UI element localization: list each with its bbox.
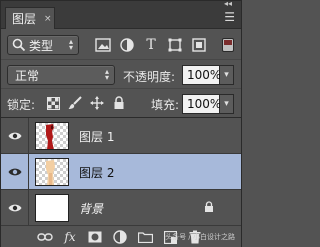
fx-icon[interactable]: fx: [62, 229, 78, 245]
layers-panel: ◂◂ 图层 × ☰ 类型 ▴ ▾ T 正常 ▴ ▾ 不透明度: 100% ▾ 锁…: [0, 0, 242, 247]
type-filter-icon[interactable]: T: [141, 36, 161, 54]
eye-icon: [8, 204, 21, 211]
panel-bottom-bar: fx 头条号 / 小白设计之路: [1, 225, 241, 247]
layer-name: 图层 2: [79, 166, 115, 180]
watermark: 头条号 / 小白设计之路: [165, 232, 235, 242]
visibility-toggle[interactable]: [1, 154, 29, 189]
mask-icon[interactable]: [87, 229, 103, 245]
adjustment-filter-icon[interactable]: [117, 36, 137, 54]
lock-label: 锁定:: [7, 98, 36, 112]
lock-transparent-pixels-icon[interactable]: [45, 95, 61, 111]
layers-list: 图层 1 图层 2 背景: [1, 117, 241, 226]
lock-icons: [45, 95, 127, 111]
type-glyph: T: [146, 37, 156, 53]
filter-row: 类型 ▴ ▾ T: [1, 31, 241, 59]
fill-label: 填充:: [151, 98, 180, 112]
panel-menu-icon[interactable]: ☰: [224, 11, 235, 23]
lock-icon: [203, 200, 215, 214]
image-filter-icon[interactable]: [93, 36, 113, 54]
layer-name: 图层 1: [79, 130, 115, 144]
layer-row[interactable]: 图层 1: [1, 118, 241, 154]
brush-icon[interactable]: [67, 95, 83, 111]
layer-row[interactable]: 背景: [1, 190, 241, 226]
smart-object-filter-icon[interactable]: [189, 36, 209, 54]
tab-layers-label: 图层: [12, 12, 37, 26]
blend-row: 正常 ▴ ▾ 不透明度: 100% ▾: [1, 59, 241, 87]
filter-icons: T: [93, 36, 209, 54]
opacity-label: 不透明度:: [123, 70, 176, 84]
close-icon[interactable]: ×: [44, 14, 52, 24]
chevron-updown-icon: ▴ ▾: [104, 67, 109, 82]
watermark-text: 头条号 / 小白设计之路: [165, 233, 235, 241]
chevron-down-icon[interactable]: ▾: [220, 65, 234, 85]
layer-name: 背景: [79, 202, 104, 216]
shape-filter-icon[interactable]: [165, 36, 185, 54]
fill-input[interactable]: 100%: [182, 94, 221, 114]
panel-tab-bar: 图层 × ☰: [1, 7, 241, 29]
filter-kind-select[interactable]: 类型 ▴ ▾: [7, 35, 79, 55]
opacity-input[interactable]: 100%: [182, 65, 221, 85]
lock-icon[interactable]: [111, 95, 127, 111]
layer-thumbnail: [35, 194, 69, 222]
filter-kind-label: 类型: [29, 38, 54, 53]
adjustment-icon[interactable]: [112, 229, 128, 245]
search-icon: [12, 38, 26, 52]
lock-row: 锁定: 填充: 100% ▾: [1, 88, 241, 116]
filter-toggle-switch[interactable]: [222, 38, 234, 52]
layer-thumbnail: [35, 122, 69, 150]
visibility-toggle[interactable]: [1, 190, 29, 225]
blend-mode-select[interactable]: 正常 ▴ ▾: [7, 65, 115, 85]
blend-mode-value: 正常: [15, 68, 40, 83]
move-icon[interactable]: [89, 95, 105, 111]
visibility-toggle[interactable]: [1, 118, 29, 153]
folder-icon[interactable]: [137, 229, 153, 245]
chevron-updown-icon: ▴ ▾: [68, 37, 73, 52]
fx-label: fx: [64, 230, 76, 244]
eye-icon: [8, 132, 21, 139]
tab-layers[interactable]: 图层 ×: [5, 7, 55, 29]
layer-thumbnail: [35, 158, 69, 186]
layer-row[interactable]: 图层 2: [1, 154, 241, 190]
eye-icon: [8, 168, 21, 175]
link-icon[interactable]: [37, 229, 53, 245]
chevron-down-icon[interactable]: ▾: [220, 94, 234, 114]
